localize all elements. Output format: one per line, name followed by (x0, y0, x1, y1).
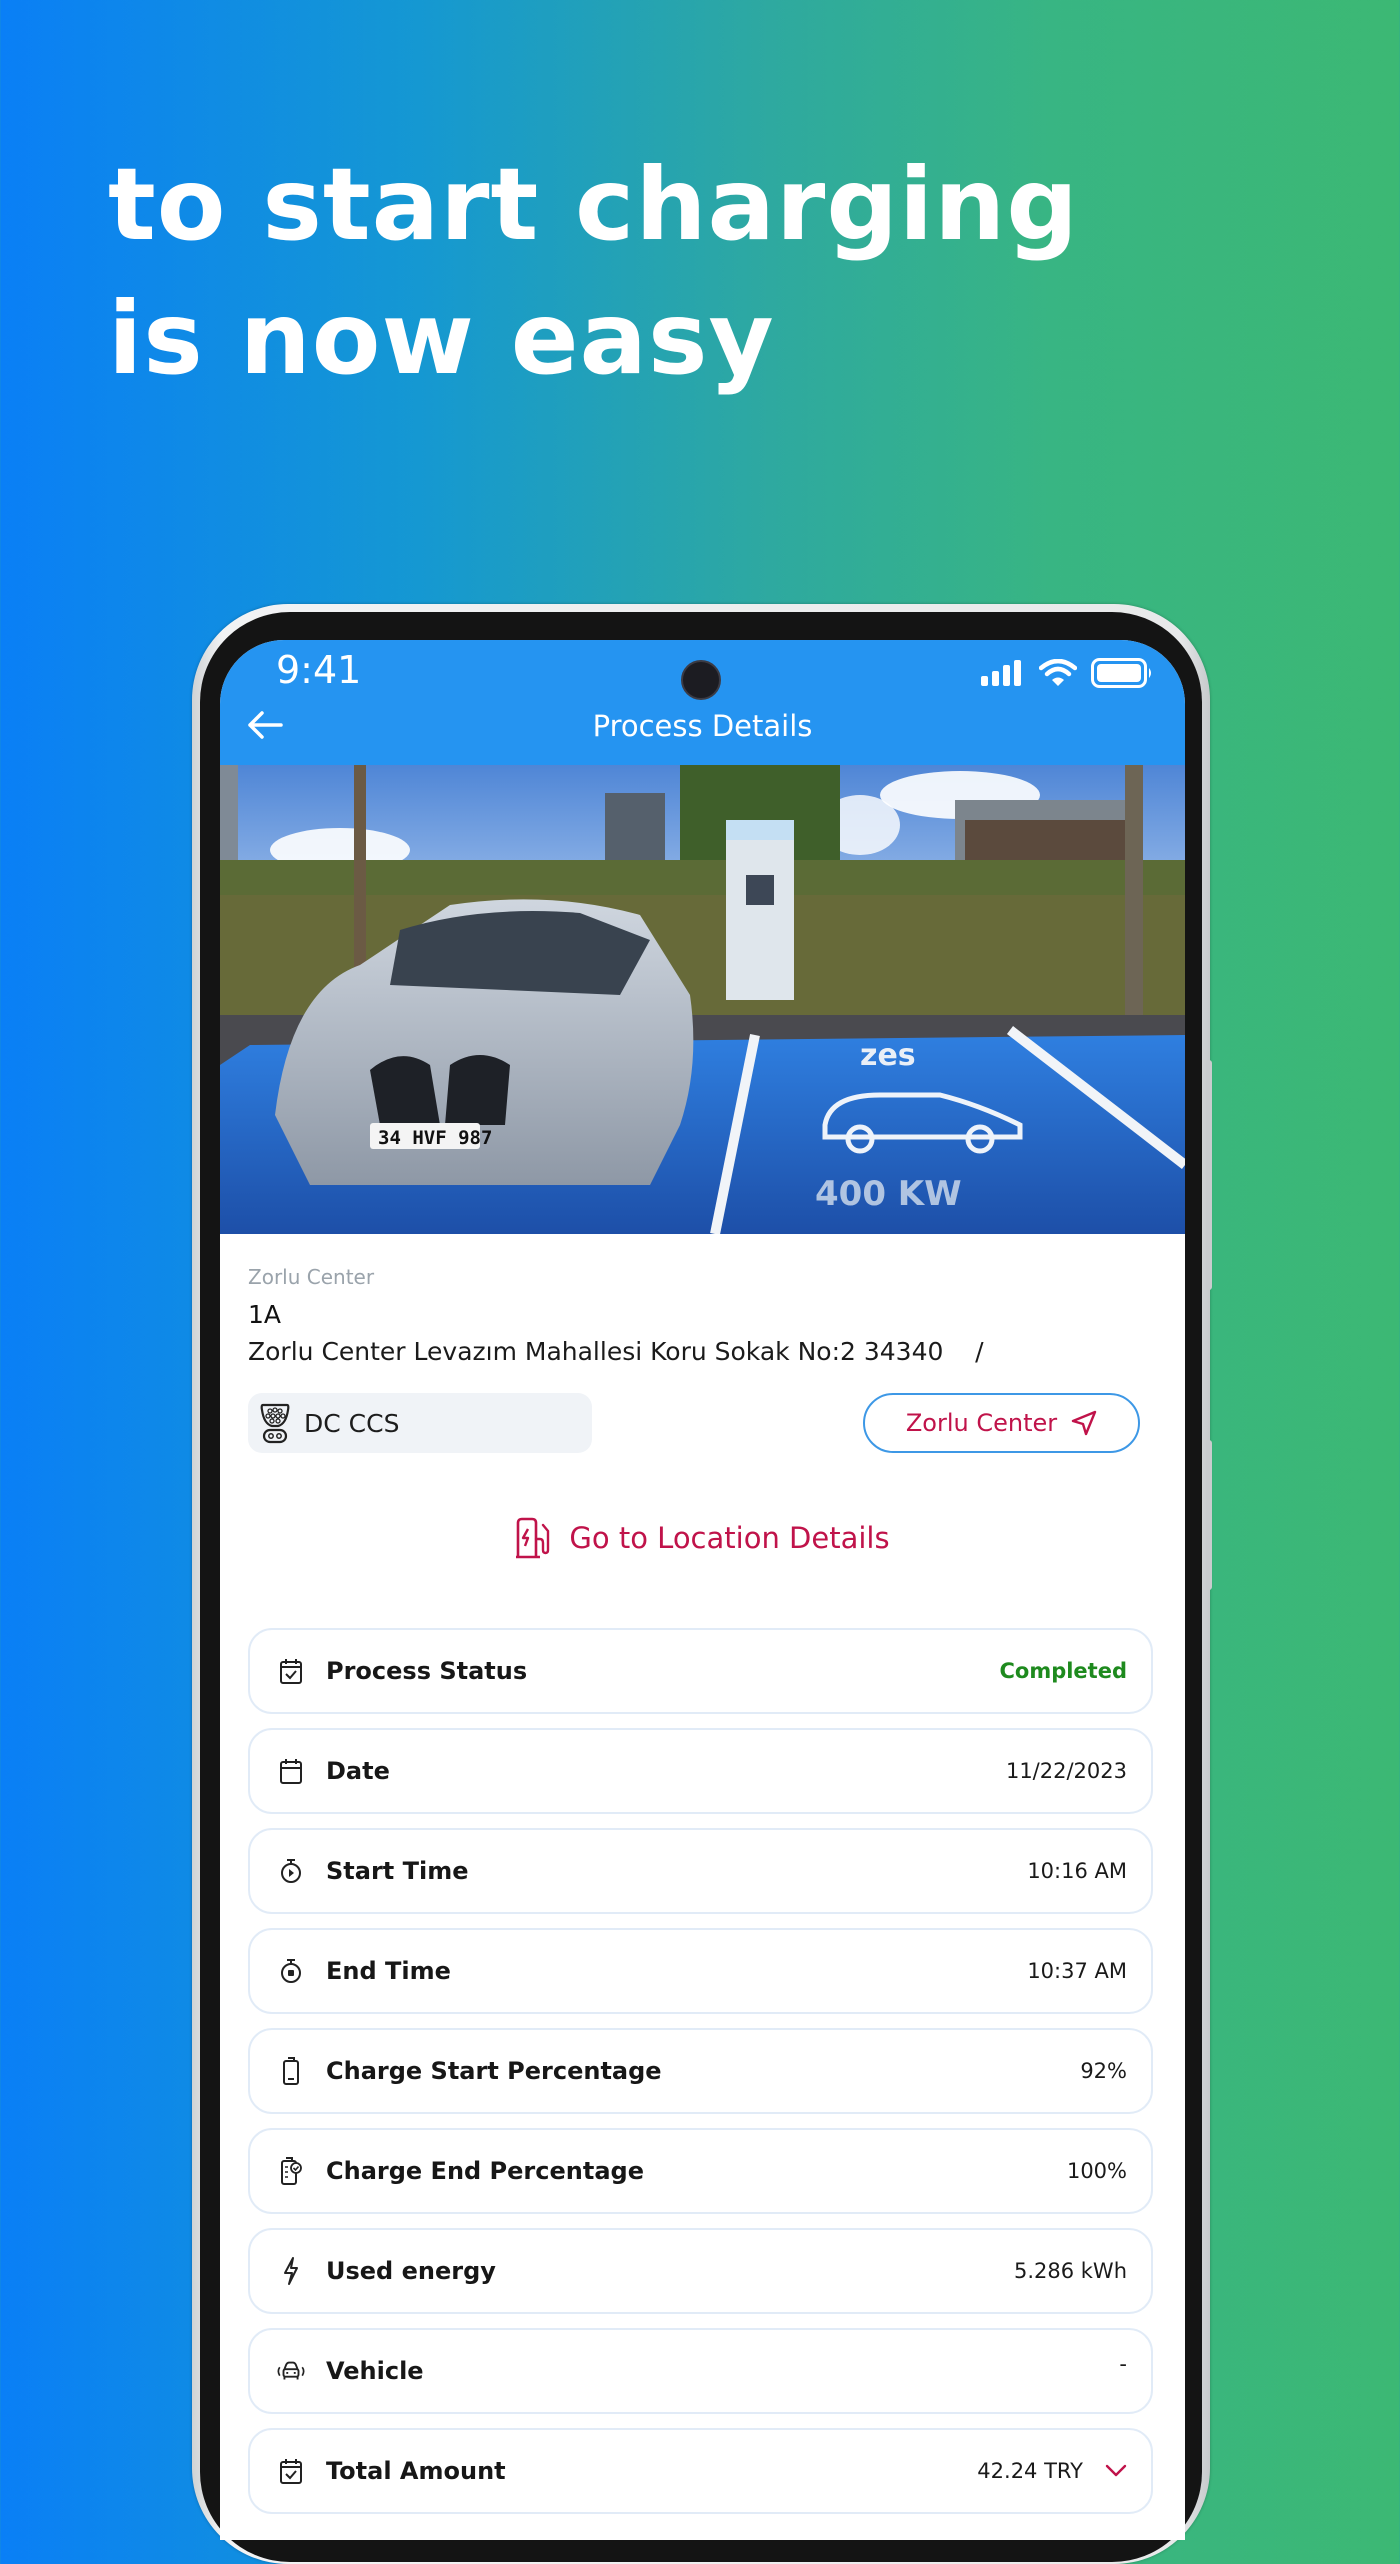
detail-row-start-time: Start Time 10:16 AM (248, 1828, 1153, 1914)
navigate-button-label: Zorlu Center (905, 1409, 1058, 1437)
charging-station-icon (516, 1517, 550, 1559)
navigate-button[interactable]: Zorlu Center (863, 1393, 1140, 1453)
date-value: 11/22/2023 (1005, 1759, 1127, 1783)
detail-label: Process Status (326, 1657, 528, 1685)
total-amount-value: 42.24 TRY (977, 2459, 1083, 2483)
process-details-list: Process Status Completed Date 11/22/2023… (248, 1628, 1153, 2528)
start-time-value: 10:16 AM (1027, 1859, 1127, 1883)
detail-row-charge-end: Charge End Percentage 100% (248, 2128, 1153, 2214)
vehicle-value: - (1119, 2352, 1127, 2376)
chevron-down-icon[interactable] (1105, 2464, 1127, 2478)
receipt-check-icon (276, 2456, 306, 2486)
detail-label: Charge End Percentage (326, 2157, 644, 2185)
calendar-check-icon (276, 1656, 306, 1686)
detail-row-charge-start: Charge Start Percentage 92% (248, 2028, 1153, 2114)
signal-icon (981, 660, 1021, 686)
phone-screen: 9:41 Process Details zes 400 KW 34 HVF 9… (220, 640, 1185, 2540)
detail-row-end-time: End Time 10:37 AM (248, 1928, 1153, 2014)
detail-row-used-energy: Used energy 5.286 kWh (248, 2228, 1153, 2314)
used-energy-value: 5.286 kWh (1013, 2259, 1127, 2283)
battery-icon (1091, 658, 1151, 688)
charge-end-value: 100% (1066, 2159, 1127, 2183)
marketing-headline: to start charging is now easy (108, 138, 1079, 406)
detail-label: Charge Start Percentage (326, 2057, 662, 2085)
charge-start-value: 92% (1080, 2059, 1127, 2083)
location-name: Zorlu Center (248, 1265, 375, 1289)
go-to-location-details-label: Go to Location Details (569, 1521, 890, 1555)
navigation-arrow-icon (1071, 1410, 1097, 1436)
detail-row-vehicle: Vehicle - (248, 2328, 1153, 2414)
ccs-connector-icon (260, 1403, 290, 1444)
painted-power-text: 400 KW (815, 1174, 962, 1214)
connector-type-label: DC CCS (304, 1408, 400, 1438)
stopwatch-play-icon (276, 1856, 306, 1886)
phone-side-button (1206, 1060, 1212, 1290)
detail-row-date: Date 11/22/2023 (248, 1728, 1153, 1814)
end-time-value: 10:37 AM (1027, 1959, 1127, 1983)
painted-zes-text: zes (860, 1038, 916, 1073)
process-status-value: Completed (999, 1659, 1127, 1683)
location-photo-illustration: zes 400 KW 34 HVF 987 (220, 765, 1185, 1234)
station-code: 1A (248, 1300, 282, 1329)
license-plate-text: 34 HVF 987 (378, 1127, 492, 1149)
status-icons (981, 658, 1153, 688)
location-address: Zorlu Center Levazım Mahallesi Koru Soka… (248, 1337, 984, 1366)
calendar-icon (276, 1756, 306, 1786)
app-bar: 9:41 Process Details (220, 640, 1185, 765)
stopwatch-stop-icon (276, 1956, 306, 1986)
car-icon (276, 2356, 306, 2386)
battery-check-icon (276, 2156, 306, 2186)
detail-row-total-amount[interactable]: Total Amount 42.24 TRY (248, 2428, 1153, 2514)
page-title: Process Details (592, 709, 813, 743)
detail-label: Start Time (326, 1857, 469, 1885)
connector-type-chip: DC CCS (248, 1393, 592, 1453)
phone-side-button (1206, 1440, 1212, 1590)
headline-line-2: is now easy (108, 280, 775, 397)
wifi-icon (1039, 659, 1077, 686)
status-time: 9:41 (276, 648, 362, 692)
go-to-location-details-link[interactable]: Go to Location Details (220, 1517, 1185, 1559)
detail-label: End Time (326, 1957, 451, 1985)
battery-low-icon (276, 2056, 306, 2086)
detail-label: Total Amount (326, 2457, 506, 2485)
detail-label: Used energy (326, 2257, 496, 2285)
headline-line-1: to start charging (108, 146, 1079, 263)
lightning-icon (276, 2256, 306, 2286)
location-photo: zes 400 KW 34 HVF 987 (220, 765, 1185, 1234)
detail-label: Date (326, 1757, 390, 1785)
detail-row-process-status: Process Status Completed (248, 1628, 1153, 1714)
front-camera (681, 660, 721, 700)
detail-label: Vehicle (326, 2357, 424, 2385)
